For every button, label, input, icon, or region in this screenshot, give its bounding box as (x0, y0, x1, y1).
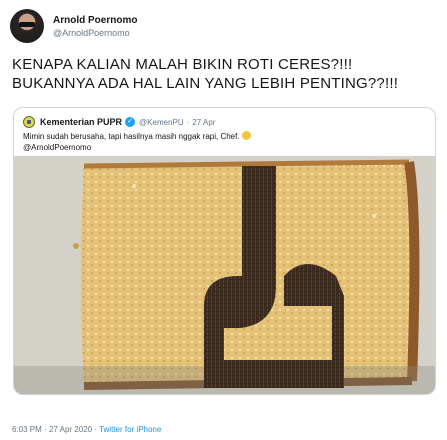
separator: · (44, 425, 47, 434)
tweet-author[interactable]: Arnold Poernomo @ArnoldPoernomo (10, 6, 137, 46)
quoted-display-name[interactable]: Kementerian PUPR (40, 117, 122, 127)
tweet-time[interactable]: 6:03 PM (12, 425, 42, 434)
crying-face-icon (241, 131, 251, 140)
quoted-handle[interactable]: @KemenPU (139, 118, 184, 127)
quoted-text: Mimin sudah berusaha, tapi hasilnya masi… (23, 131, 427, 153)
quoted-mention[interactable]: @ArnoldPoernomo (23, 143, 91, 152)
author-handle[interactable]: @ArnoldPoernomo (53, 27, 137, 39)
tweet-date[interactable]: 27 Apr 2020 (49, 425, 92, 434)
author-display-name[interactable]: Arnold Poernomo (53, 14, 137, 27)
tweet-text: KENAPA KALIAN MALAH BIKIN ROTI CERES?!!!… (12, 55, 442, 93)
quoted-avatar[interactable] (23, 116, 35, 128)
verified-badge-icon: ✓ (125, 117, 136, 127)
tweet-meta: 6:03 PM · 27 Apr 2020 · Twitter for iPho… (12, 425, 161, 434)
bread-letter-image (14, 156, 435, 394)
tweet-source-link[interactable]: Twitter for iPhone (99, 425, 161, 434)
separator: · (186, 117, 190, 127)
quoted-date[interactable]: 27 Apr (192, 118, 215, 127)
avatar[interactable] (10, 9, 44, 43)
tweet-text-line: BUKANNYA ADA HAL LAIN YANG LEBIH PENTING… (12, 75, 399, 92)
tweet: Arnold Poernomo @ArnoldPoernomo KENAPA K… (0, 0, 447, 440)
quoted-tweet[interactable]: Kementerian PUPR ✓ @KemenPU · 27 Apr Mim… (13, 107, 436, 395)
author-names: Arnold Poernomo @ArnoldPoernomo (53, 14, 137, 39)
tweet-text-line: KENAPA KALIAN MALAH BIKIN ROTI CERES?!!! (12, 56, 353, 73)
quoted-photo[interactable] (14, 156, 435, 394)
quoted-text-body: Mimin sudah berusaha, tapi hasilnya masi… (23, 132, 240, 141)
quoted-tweet-header: Kementerian PUPR ✓ @KemenPU · 27 Apr (23, 115, 215, 129)
separator: · (94, 425, 97, 434)
